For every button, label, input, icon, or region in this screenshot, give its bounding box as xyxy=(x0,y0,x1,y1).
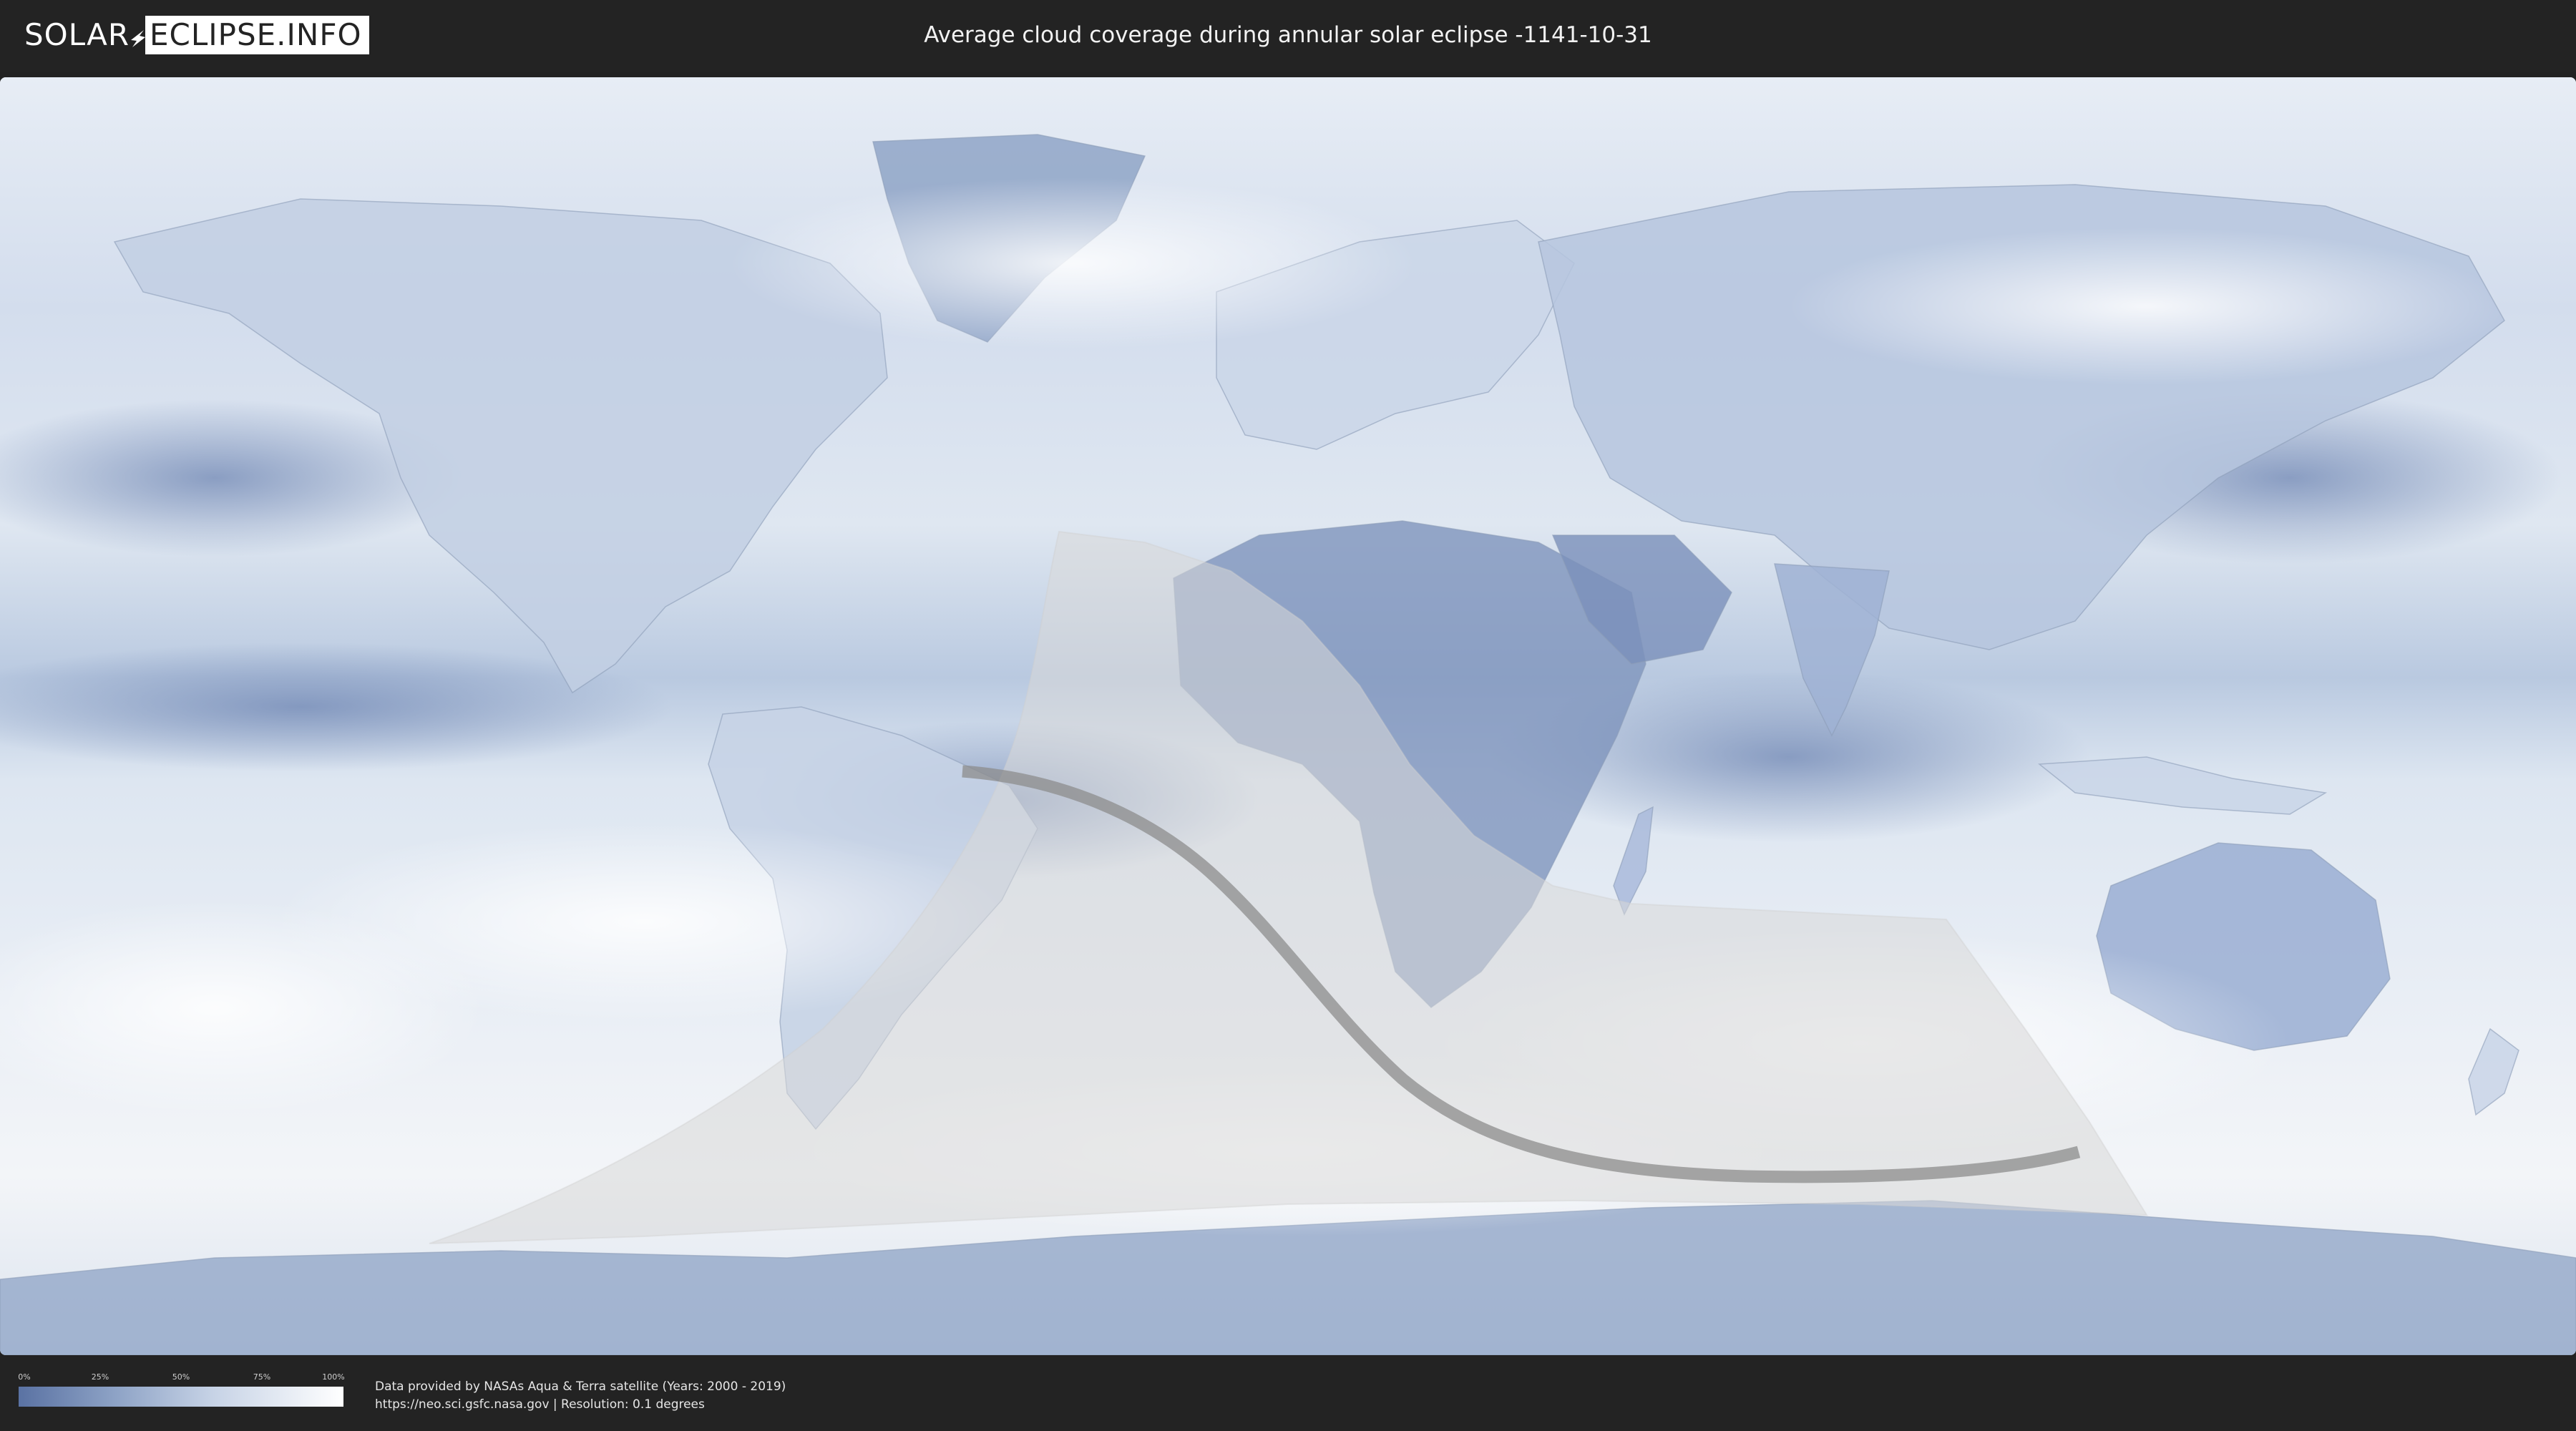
cloud-coverage-legend: 0% 25% 50% 75% 100% xyxy=(18,1372,345,1412)
data-credits: Data provided by NASAs Aqua & Terra sate… xyxy=(375,1378,786,1414)
legend-tick-0: 0% xyxy=(18,1372,31,1382)
credits-source: Data provided by NASAs Aqua & Terra sate… xyxy=(375,1379,786,1394)
cloud-coverage-map[interactable] xyxy=(0,77,2576,1355)
credits-url-resolution: https://neo.sci.gsfc.nasa.gov | Resoluti… xyxy=(375,1397,705,1412)
legend-tick-50: 50% xyxy=(172,1372,190,1382)
legend-tick-25: 25% xyxy=(91,1372,109,1382)
legend-color-scale xyxy=(19,1387,343,1407)
cloud-streak-4 xyxy=(1789,228,2504,385)
footer-bar: 0% 25% 50% 75% 100% Data provided by NAS… xyxy=(0,1357,2576,1431)
header-bar: SOLAR ECLIPSE.INFO Average cloud coverag… xyxy=(0,0,2576,72)
cloud-streak-3 xyxy=(730,177,1417,349)
legend-tick-100: 100% xyxy=(322,1372,345,1382)
legend-tick-75: 75% xyxy=(253,1372,271,1382)
page-title: Average cloud coverage during annular so… xyxy=(924,22,1652,48)
